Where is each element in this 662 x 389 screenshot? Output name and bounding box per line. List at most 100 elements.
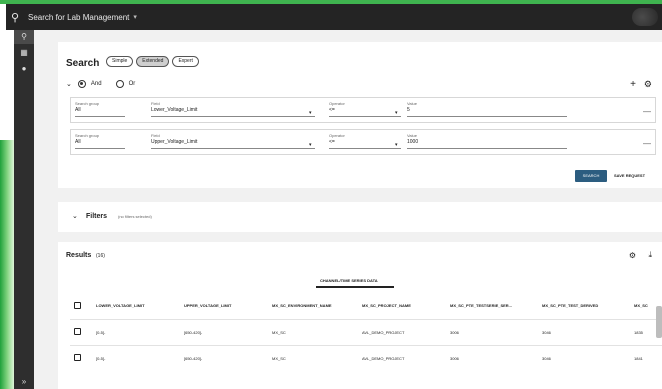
row-checkbox[interactable] — [74, 354, 81, 362]
add-criterion-icon[interactable]: + — [630, 79, 636, 90]
operator-label: Operator — [329, 133, 345, 138]
search-heading: Search — [66, 58, 100, 69]
column-header[interactable]: LOWER_VOLTAGE_LIMIT — [92, 293, 180, 319]
search-mode-switch: Simple Extended Expert — [106, 56, 199, 67]
row-select-cell — [70, 344, 92, 371]
search-group-label: Search group — [75, 101, 100, 106]
field-underline — [407, 116, 567, 117]
logic-operator: ⌄ And Or — [66, 80, 149, 88]
value-label: Value — [407, 133, 417, 138]
window-frame-left — [0, 140, 14, 389]
operator-select[interactable]: Operator <= ▾ — [329, 133, 401, 149]
value-text: 1000 — [407, 139, 419, 145]
field-select[interactable]: Field Upper_Voltage_Limit ▾ — [151, 133, 315, 149]
chevron-down-icon[interactable]: ⌄ — [66, 80, 72, 88]
left-rail: ⚲ ▦ ● » — [14, 30, 34, 389]
criterion-row: Search group All Field Lower_Voltage_Lim… — [70, 97, 656, 123]
search-button[interactable]: SEARCH — [575, 170, 607, 182]
brand-logo — [632, 8, 658, 26]
expand-rail-icon[interactable]: » — [14, 375, 34, 389]
column-header[interactable]: UPPER_VOLTAGE_LIMIT — [180, 293, 268, 319]
pin-icon[interactable]: ● — [14, 62, 34, 76]
search-panel: Search Simple Extended Expert ⌄ And Or +… — [58, 42, 662, 188]
chevron-down-icon[interactable]: ▾ — [133, 13, 137, 21]
column-header[interactable]: MX_SC_PROJECT_NAME — [358, 293, 446, 319]
field-underline — [75, 148, 125, 149]
search-group-field[interactable]: Search group All — [75, 101, 125, 117]
select-all-checkbox[interactable] — [74, 301, 81, 309]
field-value: Lower_Voltage_Limit — [151, 107, 198, 113]
column-header[interactable]: MX_SC_PTE_TESTSERIE_SER... — [446, 293, 538, 319]
search-group-value: All — [75, 139, 81, 145]
table-cell: 3006 — [446, 318, 538, 345]
table-cell: MX_SC — [268, 318, 358, 345]
save-request-button[interactable]: SAVE REQUEST — [614, 173, 645, 178]
table-cell: [650-420]- — [180, 318, 268, 345]
search-group-value: All — [75, 107, 81, 113]
chevron-down-icon[interactable]: ▾ — [395, 142, 398, 148]
field-underline — [329, 116, 401, 117]
chevron-down-icon[interactable]: ⌄ — [72, 212, 78, 220]
field-underline — [329, 148, 401, 149]
search-group-field[interactable]: Search group All — [75, 133, 125, 149]
table-row[interactable]: [0-5]- [650-420]- MX_SC AVL_DEMO_PROJECT… — [70, 344, 662, 371]
and-radio[interactable] — [77, 80, 86, 88]
remove-criterion-icon[interactable]: — — [643, 139, 651, 148]
results-table: LOWER_VOLTAGE_LIMIT UPPER_VOLTAGE_LIMIT … — [70, 293, 662, 371]
filters-title: Filters — [86, 213, 108, 220]
value-input[interactable]: Value 5 — [407, 101, 567, 117]
table-cell: [0-5]- — [92, 318, 180, 345]
table-cell: AVL_DEMO_PROJECT — [358, 344, 446, 371]
search-icon[interactable]: ⚲ — [6, 11, 24, 24]
field-underline — [151, 116, 315, 117]
column-header[interactable]: MX_SC_ENVIRONMENT_NAME — [268, 293, 358, 319]
table-cell: MX_SC — [268, 344, 358, 371]
select-all-cell — [70, 293, 92, 319]
remove-criterion-icon[interactable]: — — [643, 107, 651, 116]
search-icon[interactable]: ⚲ — [14, 30, 34, 44]
mode-extended-button[interactable]: Extended — [136, 56, 170, 67]
main-content: Search Simple Extended Expert ⌄ And Or +… — [34, 30, 662, 389]
field-underline — [151, 148, 315, 149]
chevron-down-icon[interactable]: ▾ — [309, 142, 312, 148]
chevron-down-icon[interactable]: ▾ — [309, 110, 312, 116]
or-label: Or — [128, 81, 136, 87]
value-input[interactable]: Value 1000 — [407, 133, 567, 149]
chevron-down-icon[interactable]: ▾ — [395, 110, 398, 116]
or-radio[interactable] — [115, 80, 124, 88]
row-checkbox[interactable] — [74, 328, 81, 335]
download-icon[interactable]: ⤓ — [648, 250, 652, 260]
operator-value: <= — [329, 139, 335, 145]
value-label: Value — [407, 101, 417, 106]
table-cell: 1841 — [630, 344, 662, 371]
criterion-row: Search group All Field Upper_Voltage_Lim… — [70, 129, 656, 155]
table-cell: [650-420]- — [180, 344, 268, 371]
table-cell: 3046 — [538, 318, 630, 345]
column-header[interactable]: MX_SC_PTE_TEST_DERIVED — [538, 293, 630, 319]
field-label: Field — [151, 133, 160, 138]
table-scrollbar[interactable] — [656, 306, 662, 338]
and-label: And — [90, 81, 102, 87]
mode-simple-button[interactable]: Simple — [106, 56, 134, 67]
filters-panel[interactable]: ⌄ Filters (no filters selected) — [58, 202, 662, 232]
operator-select[interactable]: Operator <= ▾ — [329, 101, 401, 117]
mode-expert-button[interactable]: Expert — [172, 56, 199, 67]
filters-subtitle: (no filters selected) — [118, 214, 152, 219]
tab-channel-time-series[interactable]: CHANNEL/TIME SERIES DATA — [320, 278, 378, 283]
app-title[interactable]: Search for Lab Management — [28, 13, 129, 22]
table-cell: AVL_DEMO_PROJECT — [358, 318, 446, 345]
operator-label: Operator — [329, 101, 345, 106]
save-icon[interactable]: ▦ — [14, 46, 34, 60]
table-header-row: LOWER_VOLTAGE_LIMIT UPPER_VOLTAGE_LIMIT … — [70, 293, 662, 319]
gear-icon[interactable]: ⚙ — [629, 251, 636, 260]
field-value: Upper_Voltage_Limit — [151, 139, 198, 145]
active-tab-indicator — [316, 286, 394, 288]
table-row[interactable]: [0-5]- [650-420]- MX_SC AVL_DEMO_PROJECT… — [70, 318, 662, 345]
field-underline — [407, 148, 567, 149]
gear-icon[interactable]: ⚙ — [644, 79, 652, 90]
operator-value: <= — [329, 107, 335, 113]
field-select[interactable]: Field Lower_Voltage_Limit ▾ — [151, 101, 315, 117]
results-title: Results — [66, 252, 92, 259]
table-cell: 3046 — [538, 344, 630, 371]
value-text: 5 — [407, 107, 410, 113]
